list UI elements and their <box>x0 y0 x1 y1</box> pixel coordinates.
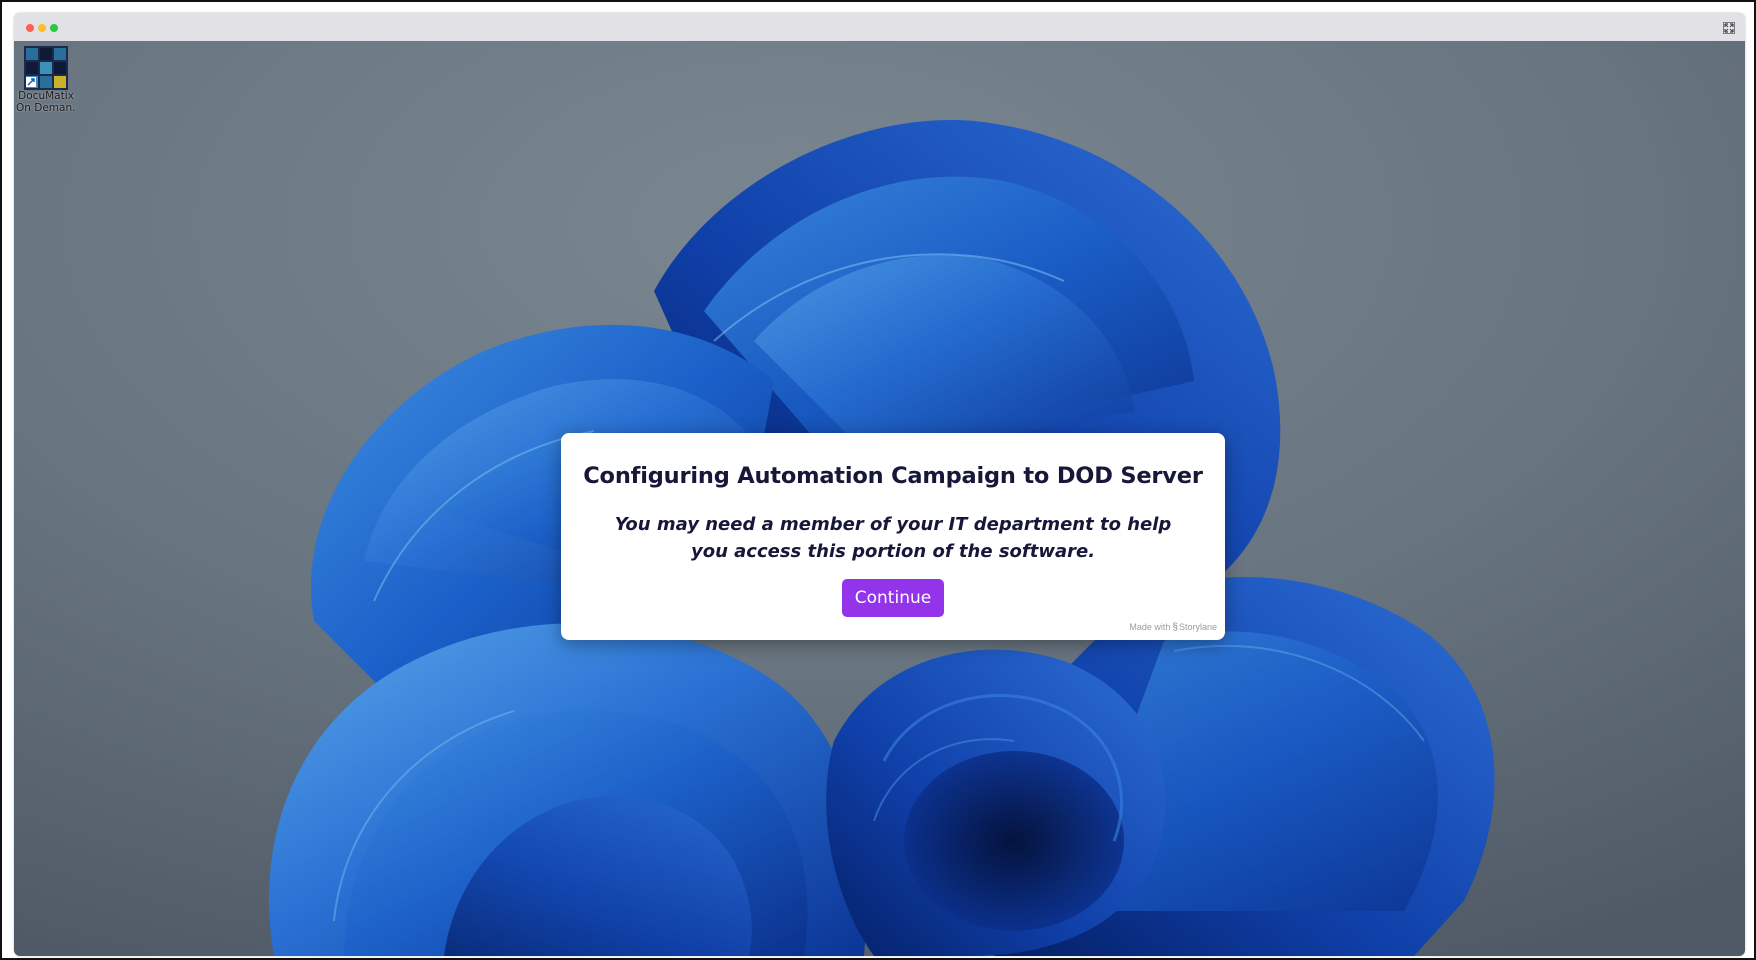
window-titlebar <box>14 13 1745 42</box>
desktop-icon-label-line2: On Deman... <box>16 102 76 114</box>
storylane-branding[interactable]: Made with §Storylane <box>1129 622 1217 633</box>
documatix-app-icon <box>24 46 68 90</box>
screenshot-frame: DocuMatix On Deman... Configuring Automa… <box>0 0 1756 960</box>
storylane-logo-icon: § <box>1172 622 1178 633</box>
desktop-shortcut-documatix[interactable]: DocuMatix On Deman... <box>16 46 76 114</box>
branding-name: Storylane <box>1178 622 1217 632</box>
branding-prefix: Made with <box>1129 622 1171 632</box>
browser-window: DocuMatix On Deman... Configuring Automa… <box>14 13 1745 956</box>
desktop-icon-label-line1: DocuMatix <box>18 90 74 102</box>
minimize-window-button[interactable] <box>38 24 46 32</box>
desktop: DocuMatix On Deman... Configuring Automa… <box>14 41 1745 956</box>
modal-message: You may need a member of your IT departm… <box>614 514 1172 562</box>
close-window-button[interactable] <box>26 24 34 32</box>
modal-title: Configuring Automation Campaign to DOD S… <box>583 463 1203 489</box>
continue-button[interactable]: Continue <box>842 579 944 617</box>
expand-icon[interactable] <box>1723 21 1735 34</box>
configuration-modal: Configuring Automation Campaign to DOD S… <box>561 433 1225 640</box>
maximize-window-button[interactable] <box>50 24 58 32</box>
